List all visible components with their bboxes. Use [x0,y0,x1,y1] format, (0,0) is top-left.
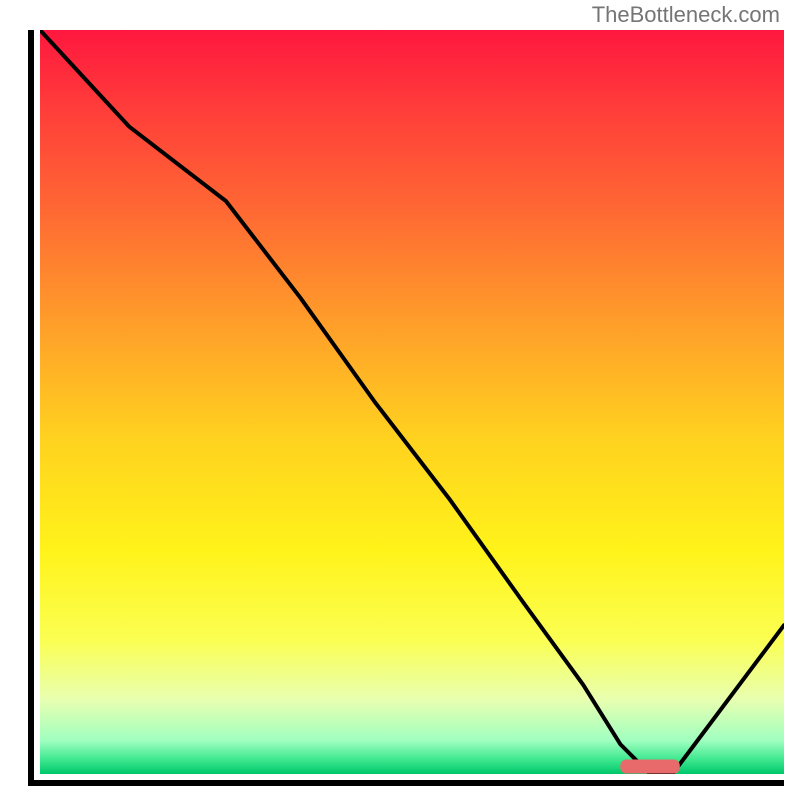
curve-layer [40,30,784,774]
plot-area [28,30,784,786]
watermark-text: TheBottleneck.com [592,2,780,28]
optimal-marker [620,760,680,774]
chart-container: TheBottleneck.com [0,0,800,800]
data-curve [40,30,784,774]
